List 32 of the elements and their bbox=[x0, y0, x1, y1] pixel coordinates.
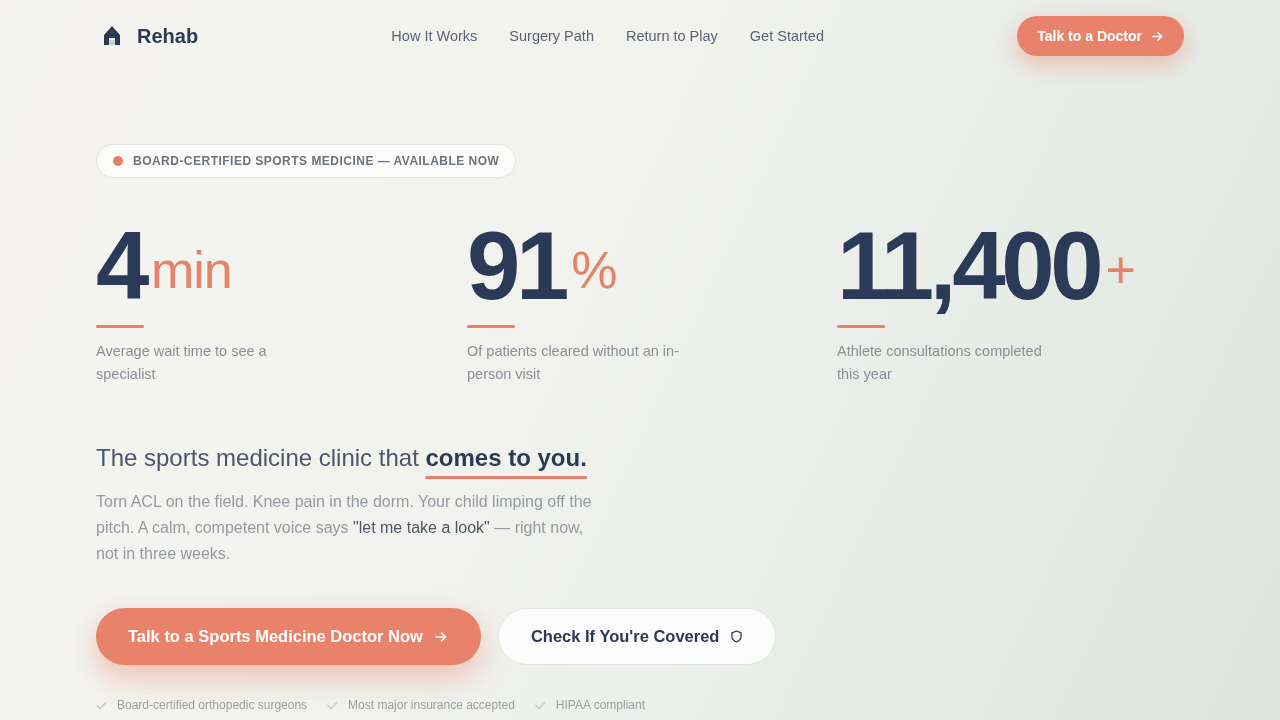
nav-link[interactable]: How It Works bbox=[391, 28, 478, 44]
nav-link[interactable]: Return to Play bbox=[625, 28, 718, 44]
nav-link[interactable]: Surgery Path bbox=[509, 28, 594, 44]
check-icon bbox=[96, 700, 107, 710]
trust-text: Most major insurance accepted bbox=[348, 697, 515, 713]
stat-number: 4 bbox=[96, 218, 146, 314]
stat-description: Average wait time to see a specialist bbox=[96, 342, 268, 384]
trust-text: Board-certified orthopedic surgeons bbox=[117, 697, 308, 713]
brand-name: Rehab bbox=[137, 24, 199, 48]
dot-icon bbox=[113, 156, 123, 166]
accent-line bbox=[96, 325, 144, 328]
stat-unit: + bbox=[1105, 244, 1135, 296]
trust-text: HIPAA compliant bbox=[555, 697, 645, 713]
house-icon bbox=[102, 25, 122, 47]
accent-line bbox=[837, 325, 885, 328]
arrow-icon bbox=[434, 630, 447, 643]
stat-number: 11,400 bbox=[837, 218, 1100, 314]
headline: The sports medicine clinic that comes to you. bbox=[96, 443, 587, 473]
check-icon bbox=[534, 700, 546, 710]
check-coverage-button[interactable]: Check If You're Covered bbox=[497, 608, 777, 665]
arrow-icon bbox=[1152, 30, 1163, 42]
shield-icon bbox=[731, 630, 743, 643]
stat-description: Athlete consultations completed this year bbox=[837, 342, 1043, 384]
stat-unit: % bbox=[571, 244, 617, 296]
stat-unit: min bbox=[151, 244, 232, 296]
intro-paragraph: Torn ACL on the field. Knee pain in the dorm. Your child limping off the pitch. A calm, competent voice says "let me take a look" — right now, not in three weeks. bbox=[96, 492, 593, 564]
accent-line bbox=[467, 325, 515, 328]
check-icon bbox=[327, 700, 339, 710]
badge-text: BOARD-CERTIFIED SPORTS MEDICINE — AVAILABLE NOW bbox=[133, 154, 500, 168]
stat-description: Of patients cleared without an in-person visit bbox=[467, 342, 680, 384]
stat-number: 91 bbox=[467, 218, 566, 314]
nav-link[interactable]: Get Started bbox=[749, 28, 824, 44]
